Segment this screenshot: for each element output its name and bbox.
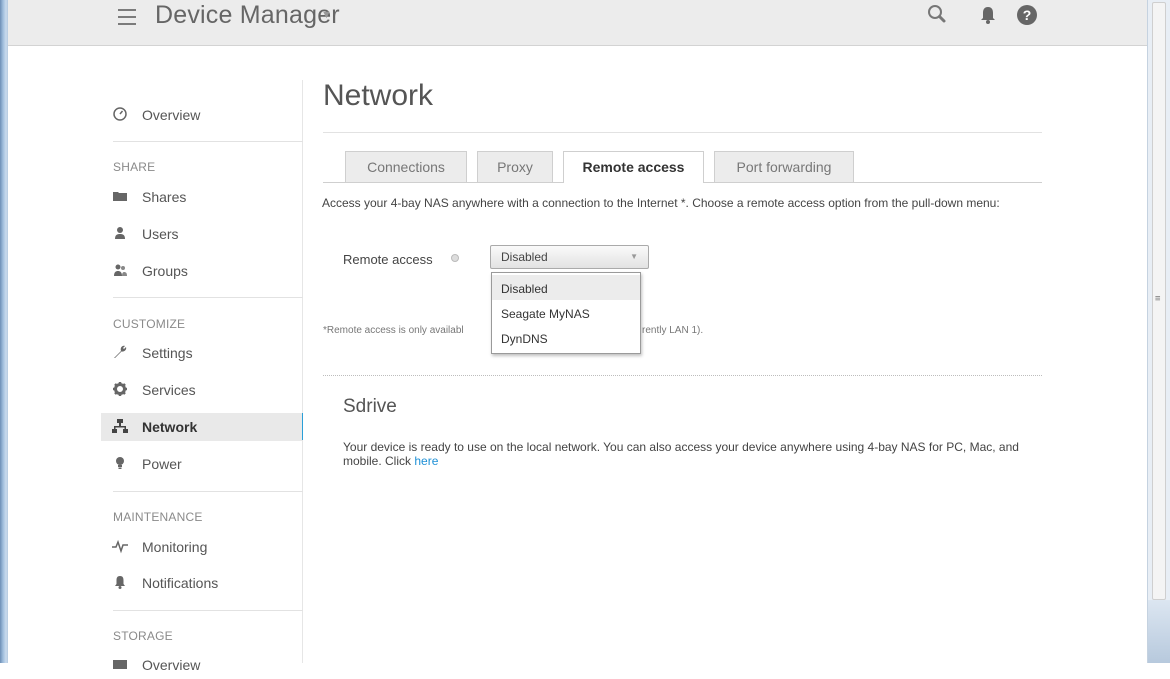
- user-icon: [112, 225, 128, 241]
- sdrive-description: Your device is ready to use on the local…: [343, 440, 1048, 468]
- sidebar-separator: [113, 610, 303, 611]
- remote-access-select[interactable]: Disabled ▼: [490, 245, 649, 269]
- sdrive-text: Your device is ready to use on the local…: [343, 440, 1019, 468]
- scroll-grip-icon[interactable]: ≡: [1155, 295, 1163, 309]
- sidebar-section-share: SHARE: [113, 160, 156, 174]
- sidebar-item-users[interactable]: Users: [101, 220, 302, 248]
- top-bar: Device Manager ▼ ?: [8, 0, 1147, 46]
- network-icon: [112, 418, 128, 434]
- select-value: Disabled: [501, 250, 548, 264]
- sidebar-item-label: Shares: [142, 189, 187, 205]
- window-right-lower-frame: [1148, 600, 1170, 663]
- sidebar-separator: [113, 297, 303, 298]
- remote-access-dropdown: Disabled Seagate MyNAS DynDNS: [491, 272, 641, 354]
- help-icon[interactable]: ?: [1014, 2, 1040, 28]
- sidebar-item-label: Overview: [142, 657, 201, 673]
- lightbulb-icon: [112, 455, 128, 471]
- sidebar-item-settings[interactable]: Settings: [101, 339, 302, 367]
- tab-connections[interactable]: Connections: [345, 151, 467, 182]
- menu-icon[interactable]: [116, 6, 140, 30]
- storage-icon: [112, 656, 128, 672]
- sidebar-item-label: Services: [142, 382, 196, 398]
- gear-icon: [112, 381, 128, 397]
- sidebar-item-overview[interactable]: Overview: [101, 101, 302, 129]
- sdrive-title: Sdrive: [343, 396, 397, 417]
- remote-access-note-end: rently LAN 1).: [642, 325, 704, 336]
- dashboard-icon: [112, 106, 128, 122]
- sidebar-divider: [302, 80, 303, 663]
- sidebar-item-shares[interactable]: Shares: [101, 183, 302, 211]
- dropdown-option-seagate-mynas[interactable]: Seagate MyNAS: [492, 300, 640, 325]
- folder-icon: [112, 188, 128, 204]
- sidebar-section-maintenance: MAINTENANCE: [113, 510, 203, 524]
- sidebar-item-services[interactable]: Services: [101, 376, 302, 404]
- remote-access-label: Remote access: [343, 252, 433, 267]
- search-icon[interactable]: [925, 2, 951, 28]
- dropdown-option-dyndns[interactable]: DynDNS: [492, 325, 640, 350]
- app-title[interactable]: Device Manager: [155, 1, 340, 30]
- sidebar-separator: [113, 141, 303, 142]
- sidebar-section-storage: STORAGE: [113, 629, 173, 643]
- sidebar-item-network[interactable]: Network: [101, 413, 302, 441]
- sidebar-item-label: Notifications: [142, 575, 219, 591]
- sidebar-item-label: Power: [142, 456, 182, 472]
- chevron-down-icon[interactable]: ▼: [321, 9, 332, 21]
- chevron-down-icon: ▼: [630, 252, 638, 261]
- sidebar-item-label: Users: [142, 226, 179, 242]
- group-icon: [112, 262, 128, 278]
- window-right-frame: ≡: [1147, 0, 1170, 663]
- tab-port-forwarding[interactable]: Port forwarding: [714, 151, 854, 182]
- window-left-border: [0, 0, 8, 663]
- sidebar-section-customize: CUSTOMIZE: [113, 317, 186, 331]
- remote-access-note: *Remote access is only availabl: [323, 325, 464, 336]
- remote-access-description: Access your 4-bay NAS anywhere with a co…: [322, 196, 1000, 210]
- sdrive-here-link[interactable]: here: [414, 454, 438, 468]
- tab-proxy[interactable]: Proxy: [477, 151, 553, 182]
- wrench-icon: [112, 344, 128, 360]
- sidebar-item-label: Overview: [142, 107, 201, 123]
- sidebar-item-monitoring[interactable]: Monitoring: [101, 533, 302, 561]
- sidebar-item-label: Monitoring: [142, 539, 208, 555]
- sidebar-item-storage-overview[interactable]: Overview: [101, 651, 302, 679]
- dropdown-option-disabled[interactable]: Disabled: [492, 275, 640, 300]
- section-divider: [323, 375, 1042, 376]
- sidebar-item-power[interactable]: Power: [101, 450, 302, 478]
- bell-icon[interactable]: [975, 2, 1001, 28]
- sidebar-separator: [113, 491, 303, 492]
- sidebar-item-groups[interactable]: Groups: [101, 257, 302, 285]
- tab-remote-access[interactable]: Remote access: [563, 151, 704, 183]
- sidebar-item-label: Groups: [142, 263, 188, 279]
- bell-icon: [112, 574, 128, 590]
- status-dot-icon: [451, 254, 459, 262]
- page-title: Network: [323, 79, 434, 112]
- sidebar-item-notifications[interactable]: Notifications: [101, 569, 302, 597]
- pulse-icon: [112, 538, 128, 554]
- svg-text:?: ?: [1023, 7, 1032, 23]
- sidebar-item-label: Settings: [142, 345, 193, 361]
- sidebar-item-label: Network: [142, 419, 198, 435]
- title-divider: [323, 132, 1042, 133]
- vertical-scrollbar[interactable]: ≡: [1152, 2, 1166, 600]
